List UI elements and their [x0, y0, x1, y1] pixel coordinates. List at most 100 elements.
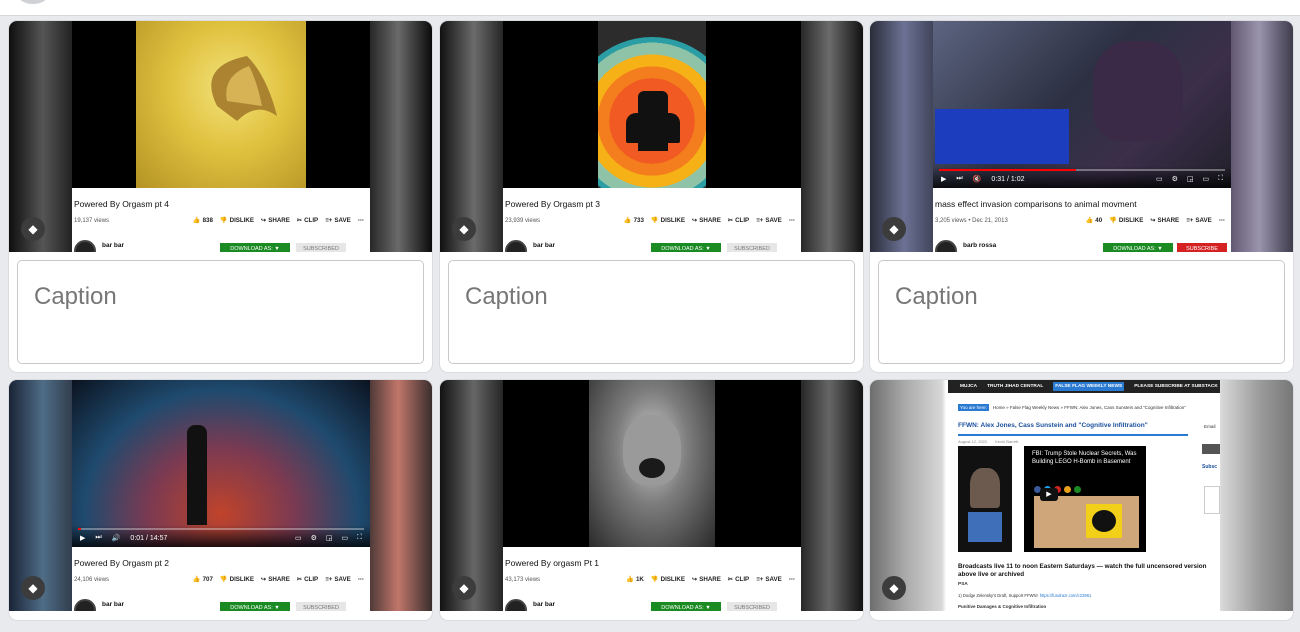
clip-button[interactable]: ✂ CLIP	[728, 576, 749, 583]
video-controls[interactable]: ▶ ⏭ 🔇 0:31 / 1:02 ▭ ⚙ ◲ ▭ ⛶	[933, 166, 1231, 188]
image-thumbnail[interactable]: ▶ ⏭ 🔇 0:31 / 1:02 ▭ ⚙ ◲ ▭ ⛶ mass effect invasio…	[870, 21, 1293, 252]
fullscreen-icon[interactable]: ⛶	[357, 534, 362, 542]
dislike-button[interactable]: 👎 DISLIKE	[651, 216, 685, 225]
dislike-button[interactable]: 👎 DISLIKE	[651, 575, 685, 584]
more-icon[interactable]: ⋯	[358, 217, 364, 224]
save-button[interactable]: ≡+ SAVE	[756, 217, 782, 224]
video-frame[interactable]	[72, 21, 370, 188]
save-button[interactable]: ≡+ SAVE	[1186, 217, 1212, 224]
post-card[interactable]: Powered By orgasm Pt 1 43,173 views 👍 1K …	[440, 380, 863, 620]
dislike-button[interactable]: 👎 DISLIKE	[220, 575, 254, 584]
clip-button[interactable]: ✂ CLIP	[297, 217, 318, 224]
video-frame[interactable]	[503, 380, 801, 547]
avatar[interactable]	[18, 0, 48, 4]
clip-button[interactable]: ✂ CLIP	[297, 576, 318, 583]
channel-name[interactable]: bar bar	[533, 242, 555, 249]
play-icon[interactable]: ▶	[941, 175, 946, 183]
settings-icon[interactable]: ⚙	[1172, 175, 1178, 183]
share-button[interactable]: ↪ SHARE	[692, 576, 721, 583]
tag-icon[interactable]: ◆	[21, 576, 45, 600]
tag-icon[interactable]: ◆	[882, 576, 906, 600]
clip-button[interactable]: ✂ CLIP	[728, 217, 749, 224]
dislike-button[interactable]: 👎 DISLIKE	[220, 216, 254, 225]
dislike-button[interactable]: 👎 DISLIKE	[1109, 216, 1143, 225]
subscribe-button[interactable]: SUBSCRIBE	[1177, 243, 1227, 252]
volume-icon[interactable]: 🔊	[112, 534, 121, 542]
donation-link[interactable]: https://fundrazr.com/c23961	[1040, 593, 1092, 598]
caption-input[interactable]: Caption	[878, 260, 1285, 364]
subscribed-button[interactable]: SUBSCRIBED	[727, 243, 777, 252]
nav-item[interactable]: FALSE FLAG WEEKLY NEWS	[1053, 382, 1125, 391]
image-thumbnail[interactable]: Powered By Orgasm pt 4 19,137 views 👍 838…	[9, 21, 432, 252]
video-controls[interactable]: ▶ ⏭ 🔊 0:01 / 14:57 ▭ ⚙ ◲ ▭ ⛶	[72, 525, 370, 547]
like-button[interactable]: 👍 40	[1086, 216, 1103, 225]
nav-item[interactable]: TRUTH JIHAD CENTRAL	[987, 384, 1043, 389]
tag-icon[interactable]: ◆	[452, 217, 476, 241]
post-card[interactable]: MUJCA TRUTH JIHAD CENTRAL FALSE FLAG WEE…	[870, 380, 1293, 620]
image-thumbnail[interactable]: Powered By orgasm Pt 1 43,173 views 👍 1K …	[440, 380, 863, 611]
download-button[interactable]: DOWNLOAD AS: ▼	[651, 602, 721, 611]
theater-icon[interactable]: ▭	[341, 534, 348, 542]
nav-item[interactable]: PLEASE SUBSCRIBE AT SUBSTACK	[1134, 384, 1218, 389]
tag-icon[interactable]: ◆	[882, 217, 906, 241]
next-icon[interactable]: ⏭	[95, 534, 101, 542]
post-card[interactable]: ▶ ⏭ 🔊 0:01 / 14:57 ▭ ⚙ ◲ ▭ ⛶ Powered By Orgasm …	[9, 380, 432, 620]
breadcrumb[interactable]: Home » False Flag Weekly News » FFWN: Al…	[993, 405, 1186, 410]
post-card[interactable]: ▶ ⏭ 🔇 0:31 / 1:02 ▭ ⚙ ◲ ▭ ⛶ mass effect invasio…	[870, 21, 1293, 372]
next-icon[interactable]: ⏭	[956, 175, 962, 183]
like-button[interactable]: 👍 1K	[626, 575, 644, 584]
channel-avatar[interactable]	[505, 240, 527, 252]
download-button[interactable]: DOWNLOAD AS: ▼	[651, 243, 721, 252]
download-button[interactable]: DOWNLOAD AS: ▼	[220, 602, 290, 611]
captions-icon[interactable]: ▭	[295, 534, 302, 542]
play-icon[interactable]: ▶	[1040, 488, 1058, 501]
more-icon[interactable]: ⋯	[358, 576, 364, 583]
post-card[interactable]: Powered By Orgasm pt 4 19,137 views 👍 838…	[9, 21, 432, 372]
image-thumbnail[interactable]: MUJCA TRUTH JIHAD CENTRAL FALSE FLAG WEE…	[870, 380, 1293, 611]
save-button[interactable]: ≡+ SAVE	[756, 576, 782, 583]
save-button[interactable]: ≡+ SAVE	[325, 217, 351, 224]
miniplayer-icon[interactable]: ◲	[326, 534, 333, 542]
nav-item[interactable]: MUJCA	[960, 384, 977, 389]
sidebar-input[interactable]	[1204, 486, 1220, 514]
theater-icon[interactable]: ▭	[1202, 175, 1209, 183]
embedded-video-thumbnail[interactable]	[958, 446, 1012, 552]
tag-icon[interactable]: ◆	[452, 576, 476, 600]
tag-icon[interactable]: ◆	[21, 217, 45, 241]
captions-icon[interactable]: ▭	[1156, 175, 1163, 183]
caption-input[interactable]: Caption	[448, 260, 855, 364]
settings-icon[interactable]: ⚙	[311, 534, 317, 542]
channel-avatar[interactable]	[74, 240, 96, 252]
like-button[interactable]: 👍 733	[624, 216, 644, 225]
channel-avatar[interactable]	[505, 599, 527, 611]
article-author[interactable]: Kevin Barrett	[995, 439, 1018, 444]
channel-name[interactable]: barb rossa	[963, 242, 996, 249]
more-icon[interactable]: ⋯	[789, 576, 795, 583]
embedded-video[interactable]: FBI: Trump Stole Nuclear Secrets, Was Bu…	[1024, 446, 1146, 552]
channel-avatar[interactable]	[74, 599, 96, 611]
fullscreen-icon[interactable]: ⛶	[1218, 175, 1223, 183]
video-frame[interactable]: ▶ ⏭ 🔊 0:01 / 14:57 ▭ ⚙ ◲ ▭ ⛶	[72, 380, 370, 547]
miniplayer-icon[interactable]: ◲	[1187, 175, 1194, 183]
share-button[interactable]: ↪ SHARE	[1150, 217, 1179, 224]
subscribed-button[interactable]: SUBSCRIBED	[296, 243, 346, 252]
subscribed-button[interactable]: SUBSCRIBED	[727, 602, 777, 611]
more-icon[interactable]: ⋯	[1219, 217, 1225, 224]
like-button[interactable]: 👍 707	[193, 575, 213, 584]
image-thumbnail[interactable]: Powered By Orgasm pt 3 23,939 views 👍 733…	[440, 21, 863, 252]
channel-name[interactable]: bar bar	[102, 242, 124, 249]
more-icon[interactable]: ⋯	[789, 217, 795, 224]
download-button[interactable]: DOWNLOAD AS: ▼	[220, 243, 290, 252]
video-frame[interactable]	[503, 21, 801, 188]
image-thumbnail[interactable]: ▶ ⏭ 🔊 0:01 / 14:57 ▭ ⚙ ◲ ▭ ⛶ Powered By Orgasm …	[9, 380, 432, 611]
article-headline[interactable]: FFWN: Alex Jones, Cass Sunstein and "Cog…	[958, 422, 1148, 429]
download-button[interactable]: DOWNLOAD AS: ▼	[1103, 243, 1173, 252]
channel-avatar[interactable]	[935, 240, 957, 252]
channel-name[interactable]: bar bar	[102, 601, 124, 608]
subscribed-button[interactable]: SUBSCRIBED	[296, 602, 346, 611]
mute-icon[interactable]: 🔇	[973, 175, 982, 183]
like-button[interactable]: 👍 838	[193, 216, 213, 225]
play-icon[interactable]: ▶	[80, 534, 85, 542]
post-card[interactable]: Powered By Orgasm pt 3 23,939 views 👍 733…	[440, 21, 863, 372]
channel-name[interactable]: bar bar	[533, 601, 555, 608]
